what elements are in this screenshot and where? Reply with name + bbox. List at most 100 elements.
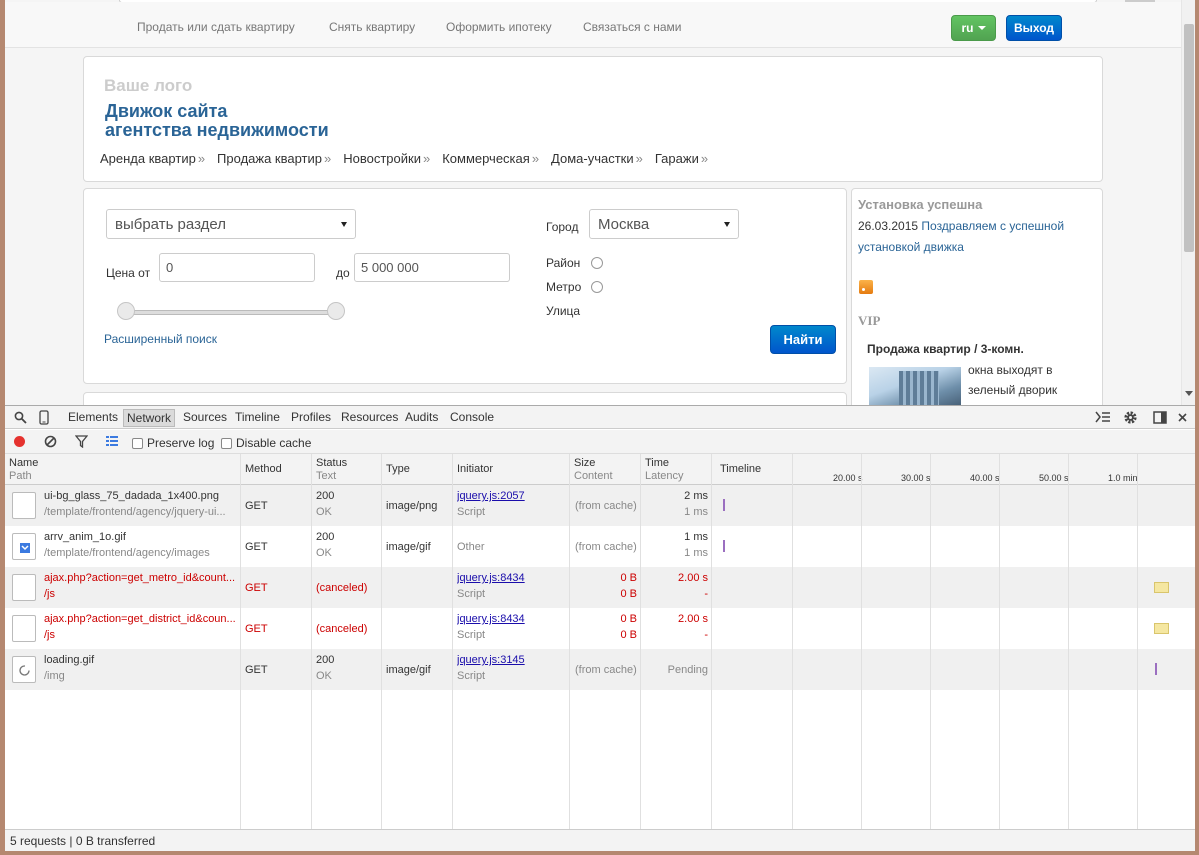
settings-gear-icon[interactable] bbox=[1123, 410, 1138, 425]
tab-sources[interactable]: Sources bbox=[180, 409, 230, 427]
filter-icon[interactable] bbox=[75, 435, 88, 448]
clear-icon[interactable] bbox=[44, 435, 57, 448]
column-divider bbox=[311, 454, 312, 829]
initiator-link[interactable]: jquery.js:8434 bbox=[457, 572, 525, 584]
latency-value: - bbox=[704, 588, 708, 600]
request-initiator: jquery.js:8434 Script bbox=[457, 613, 525, 641]
category-link-newbuild[interactable]: Новостройки» bbox=[343, 151, 430, 166]
column-divider bbox=[640, 454, 641, 829]
scroll-down-arrow-icon[interactable] bbox=[1185, 391, 1193, 396]
price-from-label: Цена от bbox=[106, 266, 151, 280]
request-name: ajax.php?action=get_district_id&coun... /… bbox=[44, 613, 240, 641]
nav-link-mortgage[interactable]: Оформить ипотеку bbox=[446, 20, 552, 34]
table-row[interactable]: arrv_anim_1o.gif/template/frontend/agenc… bbox=[5, 526, 1195, 567]
header-time[interactable]: Time Latency bbox=[645, 457, 684, 483]
tab-timeline[interactable]: Timeline bbox=[232, 409, 283, 427]
category-link-sale[interactable]: Продажа квартир» bbox=[217, 151, 331, 166]
request-method: GET bbox=[245, 623, 268, 635]
table-row[interactable]: ui-bg_glass_75_dadada_1x400.png/template… bbox=[5, 485, 1195, 526]
category-link-garages[interactable]: Гаражи» bbox=[655, 151, 708, 166]
file-png-icon bbox=[12, 492, 36, 519]
vip-item-photo[interactable] bbox=[869, 367, 961, 405]
price-from-input[interactable]: 0 bbox=[159, 253, 315, 282]
table-row[interactable]: ajax.php?action=get_district_id&coun... /… bbox=[5, 608, 1195, 649]
checkbox-box bbox=[221, 437, 232, 449]
initiator-link[interactable]: jquery.js:8434 bbox=[457, 613, 525, 625]
header-status[interactable]: Status Text bbox=[316, 457, 347, 483]
disable-cache-label: Disable cache bbox=[236, 436, 312, 450]
initiator-link[interactable]: jquery.js:2057 bbox=[457, 490, 525, 502]
tab-elements[interactable]: Elements bbox=[65, 409, 121, 427]
header-method[interactable]: Method bbox=[245, 463, 282, 476]
initiator-link[interactable]: jquery.js:3145 bbox=[457, 654, 525, 666]
request-filename: ajax.php?action=get_district_id&coun... bbox=[44, 613, 236, 625]
tab-console[interactable]: Console bbox=[447, 409, 497, 427]
file-loading-icon bbox=[12, 656, 36, 683]
preserve-log-checkbox[interactable]: Preserve log bbox=[132, 436, 214, 450]
table-row[interactable]: ajax.php?action=get_metro_id&count... /js… bbox=[5, 567, 1195, 608]
file-generic-icon bbox=[12, 574, 36, 601]
timeline-tick-label: 40.00 s bbox=[970, 473, 1000, 483]
request-size: 0 B0 B bbox=[575, 572, 637, 600]
advanced-search-link[interactable]: Расширенный поиск bbox=[104, 332, 217, 346]
page-scrollbar[interactable] bbox=[1181, 0, 1195, 405]
site-logo[interactable]: Ваше лого bbox=[104, 76, 192, 96]
content-value: 0 B bbox=[620, 629, 637, 641]
double-chevron-icon: » bbox=[324, 151, 332, 166]
tab-resources[interactable]: Resources bbox=[338, 409, 401, 427]
request-status: 200 OK bbox=[316, 531, 334, 559]
category-link-commercial[interactable]: Коммерческая» bbox=[442, 151, 539, 166]
sidebar: Установка успешна 26.03.2015 Поздравляем… bbox=[851, 188, 1103, 405]
find-button[interactable]: Найти bbox=[770, 325, 836, 354]
price-slider-track[interactable] bbox=[124, 310, 336, 315]
language-button[interactable]: ru bbox=[951, 15, 996, 41]
request-time: 2.00 s - bbox=[646, 572, 708, 600]
tab-network[interactable]: Network bbox=[123, 409, 176, 427]
header-timeline[interactable]: Timeline bbox=[720, 463, 761, 476]
price-slider-max-handle[interactable] bbox=[327, 302, 345, 320]
category-link-rent[interactable]: Аренда квартир» bbox=[100, 151, 205, 166]
header-type[interactable]: Type bbox=[386, 463, 410, 476]
section-select[interactable]: выбрать раздел bbox=[106, 209, 356, 239]
logout-button[interactable]: Выход bbox=[1006, 15, 1062, 41]
nav-link-rent[interactable]: Снять квартиру bbox=[329, 20, 415, 34]
city-select[interactable]: Москва bbox=[589, 209, 739, 239]
timeline-gridline bbox=[861, 454, 862, 829]
dock-side-icon[interactable] bbox=[1153, 411, 1167, 424]
table-header: Name Path Method Status Text Type Initiato… bbox=[5, 454, 1195, 485]
devtools-panel: Elements Network Sources Timeline Profil… bbox=[5, 405, 1195, 851]
price-to-input[interactable]: 5 000 000 bbox=[354, 253, 510, 282]
request-name: loading.gif/img bbox=[44, 654, 240, 682]
vip-item-title[interactable]: Продажа квартир / 3-комн. bbox=[867, 342, 1024, 356]
request-time: 2.00 s - bbox=[646, 613, 708, 641]
rss-icon[interactable] bbox=[859, 280, 873, 294]
scrollbar-thumb[interactable] bbox=[1184, 24, 1194, 252]
large-rows-icon[interactable] bbox=[105, 435, 119, 447]
site-title[interactable]: Движок сайта агентства недвижимости bbox=[105, 102, 505, 140]
timeline-gridline bbox=[792, 454, 793, 829]
request-size: 0 B0 B bbox=[575, 613, 637, 641]
tab-profiles[interactable]: Profiles bbox=[288, 409, 334, 427]
header-size[interactable]: Size Content bbox=[574, 457, 613, 483]
tab-audits[interactable]: Audits bbox=[402, 409, 441, 427]
close-icon[interactable] bbox=[1178, 413, 1187, 422]
nav-link-sell[interactable]: Продать или сдать квартиру bbox=[137, 20, 295, 34]
header-label: Size bbox=[574, 457, 596, 469]
request-status: 200 OK bbox=[316, 490, 334, 518]
category-link-houses[interactable]: Дома-участки» bbox=[551, 151, 643, 166]
header-label: Time bbox=[645, 457, 670, 469]
timeline-gridline bbox=[930, 454, 931, 829]
table-row[interactable]: loading.gif/img GET 200 OK image/gif jque… bbox=[5, 649, 1195, 690]
disable-cache-checkbox[interactable]: Disable cache bbox=[221, 436, 311, 450]
price-slider-min-handle[interactable] bbox=[117, 302, 135, 320]
device-mode-icon[interactable] bbox=[39, 410, 49, 425]
console-drawer-icon[interactable] bbox=[1095, 411, 1111, 423]
header-name[interactable]: Name Path bbox=[9, 457, 38, 483]
timeline-tick-label: 30.00 s bbox=[901, 473, 931, 483]
record-icon[interactable] bbox=[13, 435, 26, 448]
timeline-tick-label: 50.00 s bbox=[1039, 473, 1069, 483]
inspect-search-icon[interactable] bbox=[14, 411, 27, 424]
header-initiator[interactable]: Initiator bbox=[457, 463, 493, 476]
nav-link-contact[interactable]: Связаться с нами bbox=[583, 20, 681, 34]
price-to-label: до bbox=[336, 266, 350, 280]
